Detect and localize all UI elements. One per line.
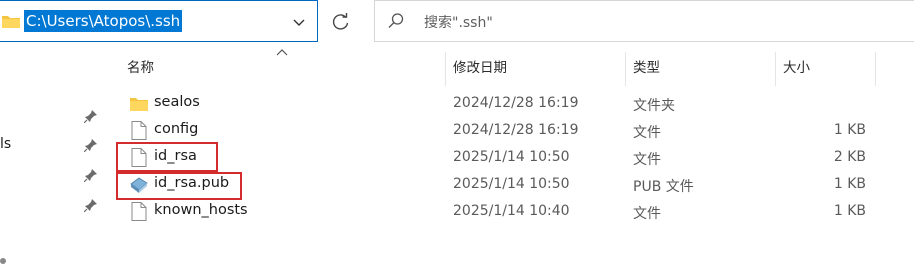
column-divider[interactable]	[875, 52, 876, 86]
column-divider[interactable]	[625, 52, 626, 86]
folder-icon	[130, 98, 148, 111]
file-modified: 2024/12/28 16:19	[453, 122, 579, 138]
file-icon	[131, 202, 147, 221]
chevron-down-icon[interactable]	[290, 13, 308, 31]
file-modified: 2024/12/28 16:19	[453, 95, 579, 111]
nav-marker	[0, 258, 6, 264]
column-divider[interactable]	[775, 52, 776, 86]
nav-item-label[interactable]: ls	[0, 136, 11, 152]
column-header-size[interactable]: 大小	[783, 58, 810, 78]
folder-icon	[2, 16, 20, 28]
file-row-known-hosts[interactable]: known_hosts 2025/1/14 10:40 文件 1 KB	[120, 198, 914, 225]
search-input[interactable]: 搜索".ssh"	[424, 12, 493, 32]
file-size: 1 KB	[833, 203, 866, 219]
column-header-modified[interactable]: 修改日期	[453, 58, 507, 78]
file-type: 文件	[633, 152, 661, 168]
file-type: 文件夹	[633, 98, 675, 114]
file-type: 文件	[633, 125, 661, 141]
pin-icon[interactable]	[84, 109, 98, 123]
file-modified: 2025/1/14 10:50	[453, 176, 570, 192]
file-name: known_hosts	[154, 202, 248, 218]
highlight-box	[116, 172, 242, 200]
address-path[interactable]: C:\Users\Atopos\.ssh	[24, 10, 183, 32]
column-header-type[interactable]: 类型	[633, 58, 660, 78]
scroll-up-icon[interactable]	[276, 47, 288, 57]
file-type: PUB 文件	[633, 179, 694, 195]
file-row-sealos[interactable]: sealos 2024/12/28 16:19 文件夹	[120, 90, 914, 117]
refresh-icon[interactable]	[326, 7, 356, 37]
file-row-id-rsa[interactable]: id_rsa 2025/1/14 10:50 文件 2 KB	[120, 144, 914, 171]
highlight-box	[116, 142, 218, 172]
file-size: 1 KB	[833, 122, 866, 138]
column-divider[interactable]	[445, 52, 446, 86]
search-icon	[388, 13, 404, 28]
pin-icon[interactable]	[84, 198, 98, 212]
file-size: 1 KB	[833, 176, 866, 192]
file-row-config[interactable]: config 2024/12/28 16:19 文件 1 KB	[120, 117, 914, 144]
file-size: 2 KB	[833, 149, 866, 165]
file-name: config	[154, 121, 199, 137]
file-type: 文件	[633, 206, 661, 222]
file-modified: 2025/1/14 10:40	[453, 203, 570, 219]
file-modified: 2025/1/14 10:50	[453, 149, 570, 165]
file-name: sealos	[154, 94, 200, 110]
pin-icon[interactable]	[84, 168, 98, 182]
pin-icon[interactable]	[84, 138, 98, 152]
file-icon	[131, 121, 147, 140]
column-header-name[interactable]: 名称	[127, 58, 154, 78]
